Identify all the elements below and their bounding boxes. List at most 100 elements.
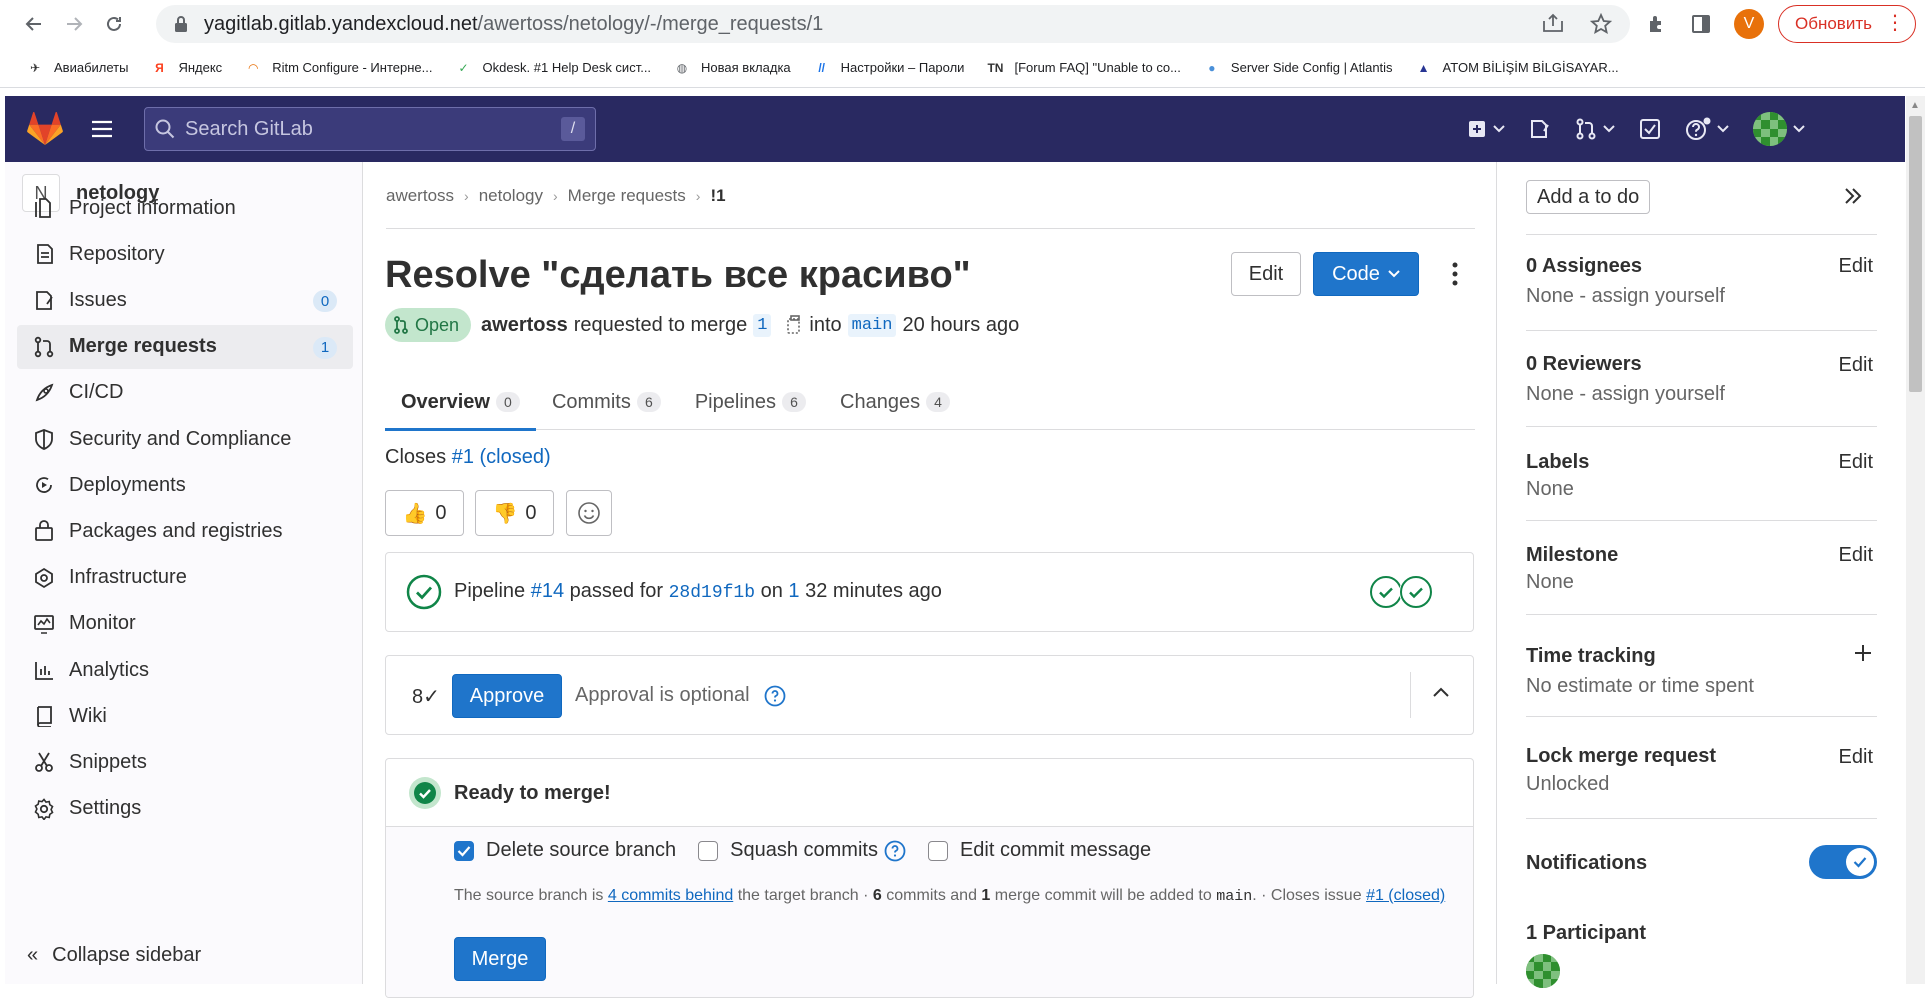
labels-edit-button[interactable]: Edit [1839, 451, 1873, 474]
sidebar-item-settings[interactable]: Settings [17, 787, 353, 831]
help-nav-button[interactable] [1685, 117, 1729, 141]
merge-widget: Ready to merge! Delete source branch Squ… [385, 758, 1474, 998]
chevron-up-icon[interactable] [1430, 682, 1452, 704]
assignees-edit-button[interactable]: Edit [1839, 255, 1873, 278]
bookmark-item[interactable]: TN [Forum FAQ] "Unable to co... [986, 59, 1180, 77]
extensions-icon[interactable] [1646, 13, 1668, 35]
code-dropdown-button[interactable]: Code [1313, 252, 1419, 296]
milestone-edit-button[interactable]: Edit [1839, 544, 1873, 567]
bookmark-label: Настройки – Пароли [840, 60, 965, 75]
bookmark-item[interactable]: ◠ Ritm Configure - Интерне... [244, 59, 433, 77]
address-bar[interactable]: yagitlab.gitlab.yandexcloud.net/awertoss… [156, 5, 1630, 43]
bookmark-item[interactable]: ◍ Новая вкладка [673, 59, 791, 77]
sidebar-item-wiki[interactable]: Wiki [17, 694, 353, 738]
update-browser-button[interactable]: Обновить ⋮ [1778, 5, 1916, 43]
sidebar-item-analytics[interactable]: Analytics [17, 648, 353, 692]
assignees-value[interactable]: None - assign yourself [1526, 285, 1725, 308]
author-link[interactable]: awertoss [481, 314, 568, 337]
bookmark-item[interactable]: ▲ ATOM BİLİŞİM BİLGİSAYAR... [1415, 59, 1619, 77]
sidebar-item-infrastructure[interactable]: Infrastructure [17, 556, 353, 600]
source-branch[interactable]: 1 [753, 313, 772, 337]
sidebar-item-snippets[interactable]: Snippets [17, 740, 353, 784]
sidebar-item-security-and-compliance[interactable]: Security and Compliance [17, 417, 353, 461]
scrollbar-thumb[interactable] [1909, 116, 1922, 392]
bookmark-item[interactable]: ● Server Side Config | Atlantis [1203, 59, 1392, 77]
sidebar-item-label: Security and Compliance [69, 427, 292, 450]
back-button[interactable] [14, 4, 54, 44]
search-input[interactable]: Search GitLab / [144, 107, 596, 151]
question-icon[interactable] [884, 840, 906, 862]
create-new-button[interactable] [1467, 119, 1505, 139]
issues-nav-button[interactable] [1529, 119, 1551, 139]
edit-commit-message-checkbox[interactable] [927, 840, 948, 861]
share-icon[interactable] [1542, 13, 1564, 35]
stage-success-icon[interactable] [1399, 575, 1433, 609]
bookmark-item[interactable]: Я Яндекс [150, 59, 222, 77]
thumbs-up-button[interactable]: 👍 0 [385, 490, 464, 536]
closes-issue-link[interactable]: #1 (closed) [452, 446, 551, 468]
breadcrumb-merge-requests[interactable]: Merge requests [568, 186, 686, 206]
breadcrumb-project[interactable]: netology [479, 186, 543, 206]
delete-source-branch-checkbox[interactable] [454, 840, 474, 861]
approve-button[interactable]: Approve [452, 674, 562, 718]
notifications-toggle[interactable] [1809, 845, 1877, 879]
add-reaction-button[interactable] [566, 490, 612, 536]
participant-avatar[interactable] [1526, 954, 1560, 988]
scroll-up-icon[interactable]: ▲ [1910, 100, 1920, 111]
thumbs-down-button[interactable]: 👎 0 [475, 490, 554, 536]
pipeline-link[interactable]: #14 [531, 580, 564, 602]
sidebar-item-repository[interactable]: Repository [17, 232, 353, 276]
sidebar-item-issues[interactable]: Issues 0 [17, 278, 353, 322]
tab-label: Overview [401, 390, 490, 413]
tab-overview[interactable]: Overview 0 [385, 374, 536, 431]
more-actions-icon[interactable] [1442, 254, 1468, 294]
merge-button[interactable]: Merge [454, 937, 546, 981]
sidebar-item-merge-requests[interactable]: Merge requests 1 [17, 324, 353, 369]
breadcrumb-current[interactable]: !1 [710, 186, 725, 206]
sidebar-item-deployments[interactable]: Deployments [17, 463, 353, 507]
bookmark-item[interactable]: // Настройки – Пароли [813, 59, 965, 77]
reload-button[interactable] [94, 4, 134, 44]
status-success-icon[interactable] [406, 574, 442, 610]
stage-success-icon[interactable] [1369, 575, 1403, 609]
copy-icon[interactable] [787, 315, 803, 335]
lock-edit-button[interactable]: Edit [1839, 746, 1873, 769]
closes-issue-link[interactable]: #1 (closed) [1366, 887, 1445, 904]
sidebar-item-ci-cd[interactable]: CI/CD [17, 371, 353, 415]
target-branch[interactable]: main [847, 313, 897, 337]
sidebar-item-packages-and-registries[interactable]: Packages and registries [17, 509, 353, 553]
sidebar-item-project-information[interactable]: Project information [17, 186, 353, 230]
edit-commit-message-option[interactable]: Edit commit message [927, 839, 1151, 862]
todos-nav-button[interactable] [1639, 118, 1661, 140]
collapse-right-sidebar-icon[interactable] [1843, 186, 1863, 206]
reviewers-edit-button[interactable]: Edit [1839, 354, 1873, 377]
tab-pipelines[interactable]: Pipelines 6 [679, 374, 822, 430]
commits-behind-link[interactable]: 4 commits behind [608, 887, 733, 904]
reviewers-value[interactable]: None - assign yourself [1526, 383, 1725, 406]
edit-button[interactable]: Edit [1231, 252, 1301, 296]
star-icon[interactable] [1590, 13, 1612, 35]
profile-avatar[interactable]: V [1734, 9, 1764, 39]
tab-commits[interactable]: Commits 6 [536, 374, 677, 430]
side-panel-icon[interactable] [1690, 13, 1712, 35]
tab-changes[interactable]: Changes 4 [824, 374, 966, 430]
sidebar-item-monitor[interactable]: Monitor [17, 602, 353, 646]
squash-commits-option[interactable]: Squash commits [698, 839, 906, 862]
commit-sha-link[interactable]: 28d19f1b [669, 583, 755, 603]
delete-source-branch-option[interactable]: Delete source branch [454, 839, 676, 862]
user-menu-button[interactable] [1753, 112, 1805, 146]
bookmark-item[interactable]: ✈ Авиабилеты [26, 59, 129, 77]
hamburger-menu-icon[interactable] [91, 120, 113, 138]
pipeline-branch-link[interactable]: 1 [788, 580, 799, 602]
forward-button[interactable] [54, 4, 94, 44]
question-icon[interactable] [764, 685, 786, 707]
collapse-sidebar-button[interactable]: « Collapse sidebar [27, 944, 201, 967]
gitlab-logo[interactable] [27, 112, 63, 146]
status-badge: Open [385, 308, 472, 342]
add-time-icon[interactable] [1853, 643, 1873, 663]
squash-commits-checkbox[interactable] [698, 840, 719, 861]
breadcrumb-owner[interactable]: awertoss [386, 186, 454, 206]
merge-requests-nav-button[interactable] [1575, 118, 1615, 140]
bookmark-item[interactable]: ✓ Okdesk. #1 Help Desk сист... [454, 59, 651, 77]
add-todo-button[interactable]: Add a to do [1526, 180, 1651, 214]
